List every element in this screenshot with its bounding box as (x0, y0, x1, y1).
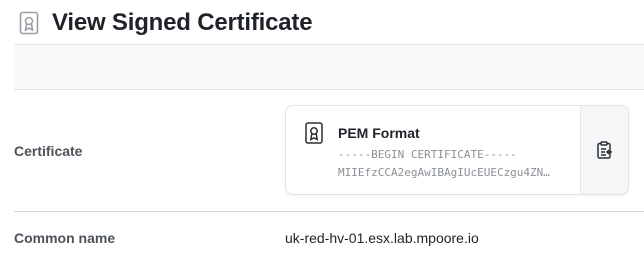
certificate-card-body: PEM Format -----BEGIN CERTIFICATE----- M… (334, 106, 580, 194)
page-header: View Signed Certificate (18, 6, 313, 40)
certificate-card: PEM Format -----BEGIN CERTIFICATE----- M… (285, 105, 629, 195)
common-name-label: Common name (14, 230, 116, 246)
certificate-label: Certificate (14, 143, 83, 159)
copy-clipboard-icon (596, 141, 612, 159)
page-title: View Signed Certificate (52, 9, 313, 36)
certificate-begin-line: -----BEGIN CERTIFICATE----- (338, 148, 517, 161)
header-band (14, 44, 644, 90)
certificate-icon (286, 106, 334, 194)
certificate-format-title: PEM Format (338, 125, 420, 141)
copy-certificate-button[interactable] (580, 106, 628, 194)
section-divider (14, 211, 644, 212)
certificate-icon (18, 10, 40, 36)
common-name-value: uk-red-hv-01.esx.lab.mpoore.io (285, 230, 479, 246)
certificate-data-line: MIIEfzCCA2egAwIBAgIUcEUECzgu4ZN… (338, 166, 550, 179)
